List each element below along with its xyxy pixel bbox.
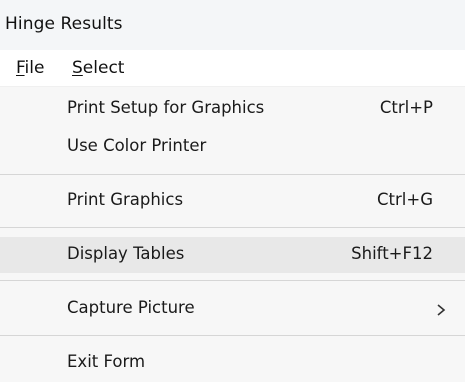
window-title: Hinge Results [5,14,123,34]
menu-separator [0,280,465,281]
menu-select[interactable]: Select [72,58,124,78]
menu-item-label: Use Color Printer [67,136,207,155]
menu-item-label: Exit Form [67,352,146,371]
menu-separator [0,227,465,228]
menu-item-capture-picture[interactable]: Capture Picture [0,291,465,327]
chevron-right-icon [437,304,446,316]
menu-item-label: Capture Picture [67,298,195,317]
menu-item-shortcut: Ctrl+G [377,190,433,209]
menu-item-exit-form[interactable]: Exit Form [0,345,465,381]
menu-separator [0,174,465,175]
menu-item-print-setup-for-graphics[interactable]: Print Setup for Graphics Ctrl+P [0,91,465,127]
menu-item-use-color-printer[interactable]: Use Color Printer [0,129,465,165]
select-dropdown-menu: Print Setup for Graphics Ctrl+P Use Colo… [0,86,465,382]
menu-item-display-tables[interactable]: Display Tables Shift+F12 [0,237,465,273]
menu-separator [0,335,465,336]
menu-bar: File Select [0,50,465,86]
menu-select-label: elect [82,58,125,78]
menu-file[interactable]: File [16,58,44,78]
menu-file-mnemonic: F [16,58,25,78]
menu-select-mnemonic: S [72,58,83,78]
menu-item-label: Print Setup for Graphics [67,98,265,117]
menu-item-shortcut: Ctrl+P [379,98,433,117]
title-bar: Hinge Results [0,0,465,50]
menu-item-print-graphics[interactable]: Print Graphics Ctrl+G [0,183,465,219]
menu-item-label: Print Graphics [67,190,184,209]
hinge-results-window: Hinge Results File Select Print Setup fo… [0,0,465,382]
menu-item-label: Display Tables [67,244,185,263]
menu-file-label: ile [24,58,45,78]
menu-item-shortcut: Shift+F12 [351,244,433,263]
